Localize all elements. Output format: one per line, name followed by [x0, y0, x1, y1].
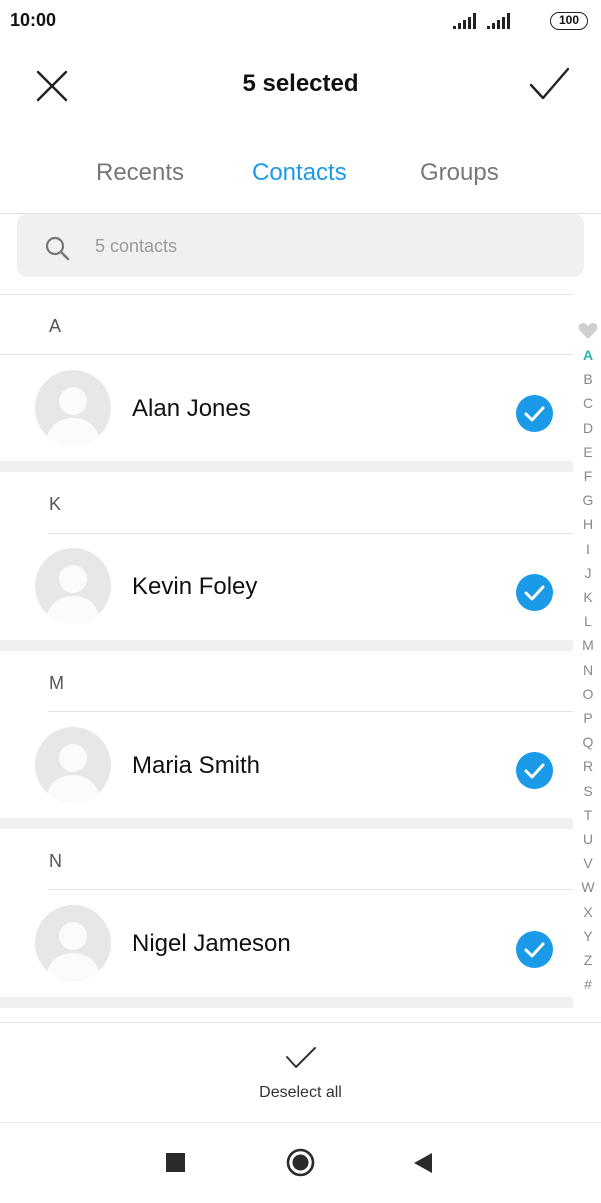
- avatar-icon: [35, 905, 111, 981]
- avatar-icon: [35, 548, 111, 624]
- contact-name: Kevin Foley: [132, 573, 258, 600]
- selected-check-icon[interactable]: [516, 395, 553, 432]
- section-gap: [0, 461, 573, 472]
- tab-contacts[interactable]: Contacts: [252, 159, 347, 187]
- index-letter-o[interactable]: O: [575, 686, 601, 702]
- index-letter-d[interactable]: D: [575, 420, 601, 436]
- checkmark-icon: [286, 1047, 316, 1068]
- battery-level: 100: [558, 13, 580, 27]
- index-letter-u[interactable]: U: [575, 831, 601, 847]
- index-letter-q[interactable]: Q: [575, 734, 601, 750]
- index-letter-x[interactable]: X: [575, 904, 601, 920]
- contact-name: Maria Smith: [132, 752, 261, 779]
- heart-icon[interactable]: [578, 322, 598, 340]
- status-bar: 10:00 100: [0, 0, 601, 44]
- selected-check-icon[interactable]: [516, 752, 553, 789]
- battery-icon: 100: [550, 12, 588, 30]
- section-header-n: N: [49, 851, 62, 871]
- section-header-a: A: [49, 316, 62, 336]
- section-header-k: K: [49, 494, 62, 514]
- index-letter-m[interactable]: M: [575, 637, 601, 653]
- selected-check-icon[interactable]: [516, 931, 553, 968]
- signal-icon: [487, 13, 510, 29]
- section-gap: [0, 997, 573, 1008]
- avatar-icon: [35, 370, 111, 446]
- divider: [48, 533, 573, 534]
- index-letter-hash[interactable]: #: [575, 976, 601, 992]
- index-letter-f[interactable]: F: [575, 468, 601, 484]
- divider: [0, 294, 573, 295]
- index-letter-w[interactable]: W: [575, 879, 601, 895]
- index-letter-s[interactable]: S: [575, 783, 601, 799]
- index-letter-z[interactable]: Z: [575, 952, 601, 968]
- back-icon[interactable]: [412, 1152, 434, 1174]
- index-letter-l[interactable]: L: [575, 613, 601, 629]
- recent-apps-icon[interactable]: [166, 1153, 185, 1172]
- selected-check-icon[interactable]: [516, 574, 553, 611]
- index-letter-p[interactable]: P: [575, 710, 601, 726]
- home-icon[interactable]: [286, 1148, 315, 1177]
- section-gap: [0, 640, 573, 651]
- confirm-checkmark-icon[interactable]: [528, 66, 570, 102]
- section-header-m: M: [49, 673, 64, 693]
- divider: [0, 354, 573, 355]
- index-letter-n[interactable]: N: [575, 662, 601, 678]
- index-letter-t[interactable]: T: [575, 807, 601, 823]
- tab-groups[interactable]: Groups: [420, 159, 499, 187]
- index-letter-g[interactable]: G: [575, 492, 601, 508]
- index-letter-v[interactable]: V: [575, 855, 601, 871]
- index-letter-h[interactable]: H: [575, 516, 601, 532]
- divider: [48, 889, 573, 890]
- search-placeholder: 5 contacts: [95, 236, 178, 256]
- signal-icon: [453, 13, 476, 29]
- avatar-icon: [35, 727, 111, 803]
- index-letter-b[interactable]: B: [575, 371, 601, 387]
- index-letter-i[interactable]: I: [575, 541, 601, 557]
- contact-name: Nigel Jameson: [132, 930, 291, 957]
- tab-bar: Recents Contacts Groups: [0, 145, 601, 205]
- index-letter-k[interactable]: K: [575, 589, 601, 605]
- divider: [48, 711, 573, 712]
- status-time: 10:00: [10, 10, 57, 30]
- index-letter-y[interactable]: Y: [575, 928, 601, 944]
- contact-name: Alan Jones: [132, 395, 251, 422]
- search-icon: [45, 236, 70, 261]
- index-letter-a[interactable]: A: [575, 347, 601, 363]
- page-title: 5 selected: [242, 70, 359, 97]
- tab-recents[interactable]: Recents: [96, 159, 184, 187]
- section-gap: [0, 818, 573, 829]
- deselect-all-label: Deselect all: [259, 1084, 342, 1101]
- index-letter-r[interactable]: R: [575, 758, 601, 774]
- index-letter-j[interactable]: J: [575, 565, 601, 581]
- divider: [0, 1022, 601, 1023]
- index-letter-e[interactable]: E: [575, 444, 601, 460]
- index-letter-c[interactable]: C: [575, 395, 601, 411]
